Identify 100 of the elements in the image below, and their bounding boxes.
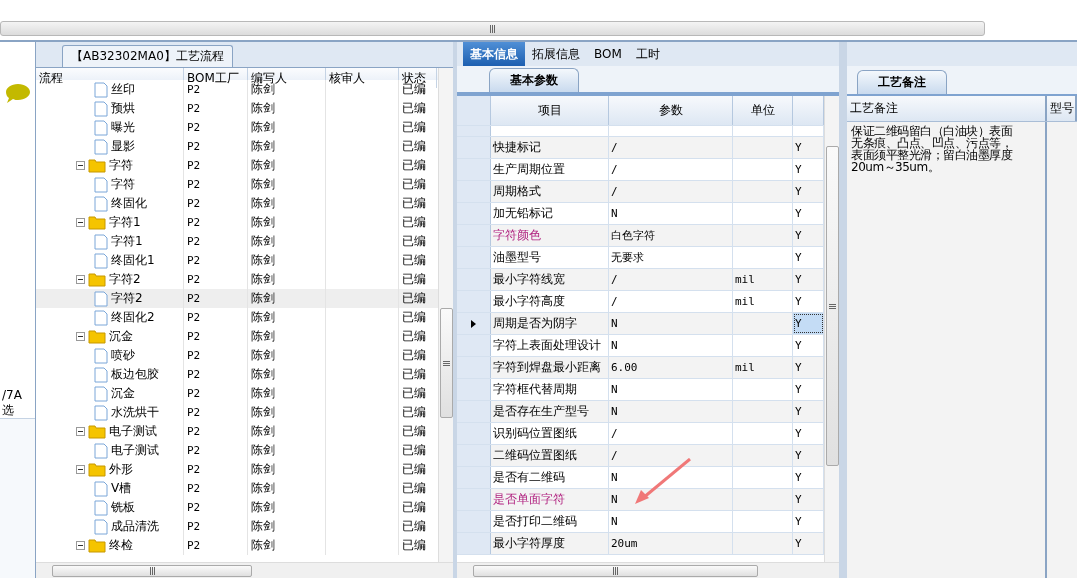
folder-icon [88, 158, 106, 173]
document-icon [94, 366, 108, 383]
label-text: /7A [1, 388, 23, 403]
table-row[interactable]: 快捷标记 / Y [457, 137, 824, 159]
table-row[interactable]: 二维码位置图纸 / Y [457, 445, 824, 467]
tab[interactable]: 工艺备注 [857, 70, 947, 94]
document-icon [94, 252, 108, 269]
node-label: 成品清洗 [111, 518, 159, 535]
table-cell: 快捷标记 [491, 137, 609, 158]
table-cell-text: 已编 [401, 271, 427, 288]
grip-icon [442, 360, 450, 366]
document-icon [94, 347, 108, 364]
folder-icon [88, 272, 106, 287]
table-cell-text: 已编 [401, 214, 427, 231]
document-icon [94, 119, 108, 136]
node-label: 预烘 [111, 100, 135, 117]
table-row[interactable]: 是否存在生产型号 N Y [457, 401, 824, 423]
table-row[interactable]: 最小字符高度 / mil Y [457, 291, 824, 313]
node-label: 终固化 [111, 195, 147, 212]
table-row[interactable]: 周期格式 / Y [457, 181, 824, 203]
table-cell: N [609, 511, 733, 532]
table-cell: 无要求 [609, 247, 733, 268]
table-cell: P2 [184, 536, 248, 555]
table-cell: / [609, 137, 733, 158]
tab[interactable]: 基本信息 [463, 42, 525, 66]
label-text: 选 [1, 403, 15, 418]
table-cell-text: 已编 [401, 366, 427, 383]
table-row[interactable]: 是否打印二维码 N Y [457, 511, 824, 533]
collapse-icon[interactable] [76, 332, 85, 341]
row-header[interactable] [457, 313, 491, 334]
table-cell-text: 已编 [401, 252, 427, 269]
table-cell[interactable]: Y [793, 313, 824, 334]
table-row[interactable]: 字符框代替周期 N Y [457, 379, 824, 401]
node-label: 沉金 [109, 328, 133, 345]
table-row[interactable]: 字符上表面处理设计 N Y [457, 335, 824, 357]
table-cell-text: 已编 [401, 138, 427, 155]
table-cell-text: 已编 [401, 480, 427, 497]
scrollbar[interactable] [824, 96, 839, 562]
tab[interactable]: 基本参数 [489, 68, 579, 92]
collapse-icon[interactable] [76, 161, 85, 170]
document-icon [94, 138, 108, 155]
table-cell-text: 已编 [401, 328, 427, 345]
node-label: 外形 [109, 461, 133, 478]
scrollbar[interactable] [438, 68, 453, 562]
scrollbar[interactable] [457, 562, 839, 578]
table-cell-text: 已编 [401, 442, 427, 459]
tab[interactable]: 拓展信息 [525, 42, 587, 66]
folder-icon [88, 424, 106, 439]
node-label: 终固化1 [111, 252, 155, 269]
tab[interactable]: BOM [587, 42, 629, 66]
collapse-icon[interactable] [76, 541, 85, 550]
scrollbar[interactable] [0, 21, 985, 36]
table-row[interactable]: 油墨型号 无要求 Y [457, 247, 824, 269]
table-cell-text: 已编 [401, 100, 427, 117]
table-cell: / [609, 181, 733, 202]
table-cell-text: 已编 [401, 176, 427, 193]
table-row[interactable]: 是否有二维码 N Y [457, 467, 824, 489]
table-cell: / [609, 159, 733, 180]
table-cell: 最小字符线宽 [491, 269, 609, 290]
collapse-icon[interactable] [76, 427, 85, 436]
tab[interactable]: 工时 [628, 42, 667, 66]
collapse-icon[interactable] [76, 218, 85, 227]
row-pointer-icon [471, 319, 476, 328]
table-row[interactable]: 识别码位置图纸 / Y [457, 423, 824, 445]
note-text: 保证二维码留白（白油块）表面无条痕、凸点、凹点、污点等，表面须平整光滑；留白油墨厚度20um～35um。 [847, 122, 1047, 578]
table-cell-text: 已编 [401, 404, 427, 421]
table-row[interactable]: 最小字符厚度 20um Y [457, 533, 824, 555]
collapse-icon[interactable] [76, 465, 85, 474]
collapse-icon[interactable] [76, 275, 85, 284]
table-cell: 生产周期位置 [491, 159, 609, 180]
table-cell: / [609, 445, 733, 466]
table-cell-text: 已编 [401, 233, 427, 250]
table-cell: 是否打印二维码 [491, 511, 609, 532]
table-cell: / [609, 291, 733, 312]
table-cell: mil [733, 269, 793, 290]
table-cell: 加无铅标记 [491, 203, 609, 224]
table-row[interactable]: 字符到焊盘最小距离 6.00 mil Y [457, 357, 824, 379]
node-label: V槽 [111, 480, 132, 497]
table-row[interactable]: 是否单面字符 N Y [457, 489, 824, 511]
scrollbar[interactable] [36, 562, 453, 578]
table-cell: N [609, 401, 733, 422]
column-header: 参数 [609, 96, 733, 125]
column-header: 单位 [733, 96, 793, 125]
node-label: 显影 [111, 138, 135, 155]
table-cell: 周期格式 [491, 181, 609, 202]
annotation-arrow-icon [635, 458, 691, 504]
table-row[interactable]: 字符颜色 白色字符 Y [457, 225, 824, 247]
document-icon [94, 81, 108, 98]
table-cell-text: 已编 [401, 499, 427, 516]
table-row[interactable]: 周期是否为阴字 N Y [457, 313, 824, 335]
table-cell: 6.00 [609, 357, 733, 378]
table-row[interactable]: 最小字符线宽 / mil Y [457, 269, 824, 291]
node-label: 终固化2 [111, 309, 155, 326]
table-row[interactable]: 生产周期位置 / Y [457, 159, 824, 181]
document-icon [94, 404, 108, 421]
table-cell: 是否单面字符 [491, 489, 609, 510]
table-row[interactable]: 加无铅标记 N Y [457, 203, 824, 225]
tree-row[interactable]: 字符2 P2 陈剑 已编 [36, 289, 438, 308]
table-cell: 20um [609, 533, 733, 554]
node-label: 字符1 [111, 233, 143, 250]
